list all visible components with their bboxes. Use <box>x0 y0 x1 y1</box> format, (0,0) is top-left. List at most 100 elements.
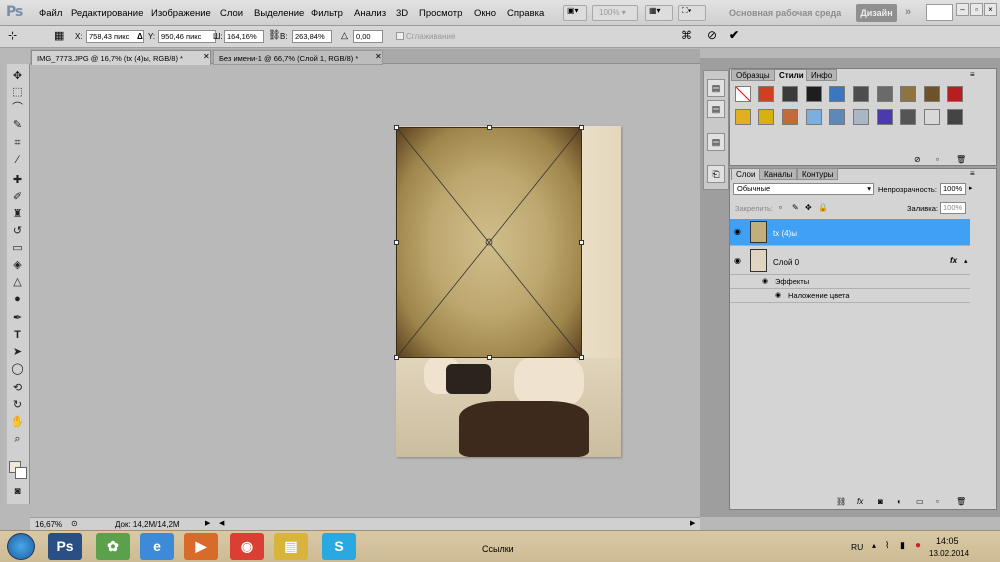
3d-rotate-icon[interactable]: ⟲ <box>9 380 26 396</box>
adjustments-panel-icon[interactable]: ▤ <box>707 133 725 151</box>
search-input[interactable] <box>926 4 953 21</box>
fx-badge[interactable]: fx <box>950 256 957 265</box>
hand-tool-icon[interactable]: ✋ <box>9 414 26 430</box>
transform-tool-icon[interactable]: ⊹ <box>8 29 17 42</box>
new-style-icon[interactable]: ▫ <box>936 155 939 164</box>
style-swatch[interactable] <box>924 86 940 102</box>
transform-handle-l[interactable] <box>394 240 399 245</box>
screen-mode-dropdown[interactable]: ▣▾ <box>563 5 587 21</box>
explorer-taskbar-icon[interactable]: ▤ <box>274 533 308 560</box>
clear-style-icon[interactable]: ⊘ <box>914 155 921 164</box>
style-swatch[interactable] <box>758 109 774 125</box>
type-tool-icon[interactable]: T <box>9 327 26 343</box>
close-button[interactable]: × <box>984 3 997 16</box>
reference-point-icon[interactable]: ▦ <box>54 29 64 42</box>
history-brush-icon[interactable]: ↺ <box>9 223 26 239</box>
layer-name[interactable]: tx (4)ы <box>773 229 797 238</box>
scroll-right-icon[interactable]: ▶ <box>690 519 695 527</box>
tray-expand-icon[interactable]: ▴ <box>872 541 876 550</box>
add-mask-icon[interactable]: ◙ <box>878 497 883 506</box>
x-field[interactable]: 758,43 пикс <box>86 30 144 43</box>
tab-untitled-1[interactable]: Без имени-1 @ 66,7% (Слой 1, RGB/8) * <box>213 50 383 65</box>
restore-button[interactable]: ▫ <box>970 3 983 16</box>
eye-icon[interactable]: ◉ <box>775 291 781 299</box>
paint-bucket-icon[interactable]: ◈ <box>9 257 26 273</box>
new-group-icon[interactable]: ▭ <box>916 497 924 506</box>
style-swatch[interactable] <box>806 109 822 125</box>
warp-mode-icon[interactable]: ⌘ <box>681 29 692 42</box>
width-field[interactable]: 164,16% <box>224 30 264 43</box>
tab-swatches[interactable]: Образцы <box>731 69 775 81</box>
new-layer-icon[interactable]: ▫ <box>936 497 939 506</box>
style-swatch[interactable] <box>947 86 963 102</box>
lock-pixels-icon[interactable]: ✎ <box>792 203 799 212</box>
adjustment-layer-icon[interactable]: ◐ <box>897 497 902 506</box>
media-taskbar-icon[interactable]: ▶ <box>184 533 218 560</box>
alert-icon[interactable]: ● <box>915 540 921 551</box>
transform-layer-texture[interactable] <box>396 127 582 358</box>
link-layers-icon[interactable]: ⛓ <box>836 497 846 506</box>
add-style-icon[interactable]: fx <box>857 497 863 506</box>
3d-orbit-icon[interactable]: ↻ <box>9 397 26 413</box>
style-swatch[interactable] <box>853 86 869 102</box>
language-indicator[interactable]: RU <box>851 542 863 552</box>
ellipse-tool-icon[interactable]: ◯ <box>9 361 26 377</box>
transform-handle-tl[interactable] <box>394 125 399 130</box>
eraser-tool-icon[interactable]: ▭ <box>9 240 26 256</box>
quick-select-icon[interactable]: ✎ <box>9 117 26 133</box>
style-swatch[interactable] <box>806 86 822 102</box>
lasso-tool-icon[interactable]: ⌒ <box>9 100 26 116</box>
transform-handle-bl[interactable] <box>394 355 399 360</box>
battery-icon[interactable]: ▮ <box>900 540 905 551</box>
style-swatch[interactable] <box>877 86 893 102</box>
style-swatch[interactable] <box>877 109 893 125</box>
lock-transparency-icon[interactable]: ▫ <box>779 203 782 212</box>
tab-paths[interactable]: Контуры <box>797 168 839 180</box>
start-button[interactable] <box>7 533 35 560</box>
background-color-swatch[interactable] <box>15 467 27 479</box>
design-workspace-button[interactable]: Дизайн <box>856 4 897 22</box>
minimize-button[interactable]: – <box>956 3 969 16</box>
style-none[interactable] <box>735 86 751 102</box>
move-tool-icon[interactable]: ✥ <box>9 68 26 84</box>
tab-info[interactable]: Инфо <box>806 69 838 81</box>
actions-panel-icon[interactable]: ▤ <box>707 100 725 118</box>
eye-icon[interactable]: ◉ <box>734 227 741 236</box>
eyedropper-tool-icon[interactable]: ⁄ <box>9 152 26 168</box>
close-tab-icon[interactable]: ✕ <box>375 52 382 61</box>
lock-position-icon[interactable]: ✥ <box>805 203 812 212</box>
scroll-left-icon[interactable]: ◀ <box>219 519 224 527</box>
clock-time[interactable]: 14:05 <box>936 536 959 546</box>
tab-layers[interactable]: Слои <box>731 168 761 180</box>
more-workspaces-chevron-icon[interactable]: » <box>905 6 911 18</box>
clone-stamp-icon[interactable]: ♜ <box>9 206 26 222</box>
chrome-taskbar-icon[interactable]: ◉ <box>230 533 264 560</box>
paths-panel-icon[interactable]: ⎗ <box>707 165 725 183</box>
style-swatch[interactable] <box>924 109 940 125</box>
dodge-tool-icon[interactable]: ● <box>9 291 26 307</box>
eye-icon[interactable]: ◉ <box>762 277 768 285</box>
style-swatch[interactable] <box>782 109 798 125</box>
menu-analysis[interactable]: Анализ <box>354 8 386 19</box>
zoom-tool-icon[interactable]: ⌕ <box>9 431 26 447</box>
commit-transform-icon[interactable]: ✔ <box>729 28 739 42</box>
path-select-icon[interactable]: ➤ <box>9 344 26 360</box>
workspace-label[interactable]: Основная рабочая среда <box>729 8 841 18</box>
panel-menu-icon[interactable]: ≡ <box>970 70 975 79</box>
fill-field[interactable]: 100% <box>940 202 966 214</box>
collapse-effects-icon[interactable]: ▴ <box>964 257 968 265</box>
tab-img-7773[interactable]: IMG_7773.JPG @ 16,7% (tx (4)ы, RGB/8) * <box>31 50 211 65</box>
style-swatch[interactable] <box>900 109 916 125</box>
style-swatch[interactable] <box>853 109 869 125</box>
blend-mode-select[interactable]: Обычные ▾ <box>733 183 874 195</box>
photoshop-taskbar-icon[interactable]: Ps <box>48 533 82 560</box>
close-tab-icon[interactable]: ✕ <box>203 52 210 61</box>
menu-file[interactable]: Файл <box>39 8 62 19</box>
menu-3d[interactable]: 3D <box>396 8 408 19</box>
style-swatch[interactable] <box>735 109 751 125</box>
ie-taskbar-icon[interactable]: e <box>140 533 174 560</box>
blur-tool-icon[interactable]: △ <box>9 274 26 290</box>
style-swatch[interactable] <box>758 86 774 102</box>
effect-row-color-overlay[interactable] <box>730 289 970 303</box>
layer-name[interactable]: Слой 0 <box>773 258 799 267</box>
